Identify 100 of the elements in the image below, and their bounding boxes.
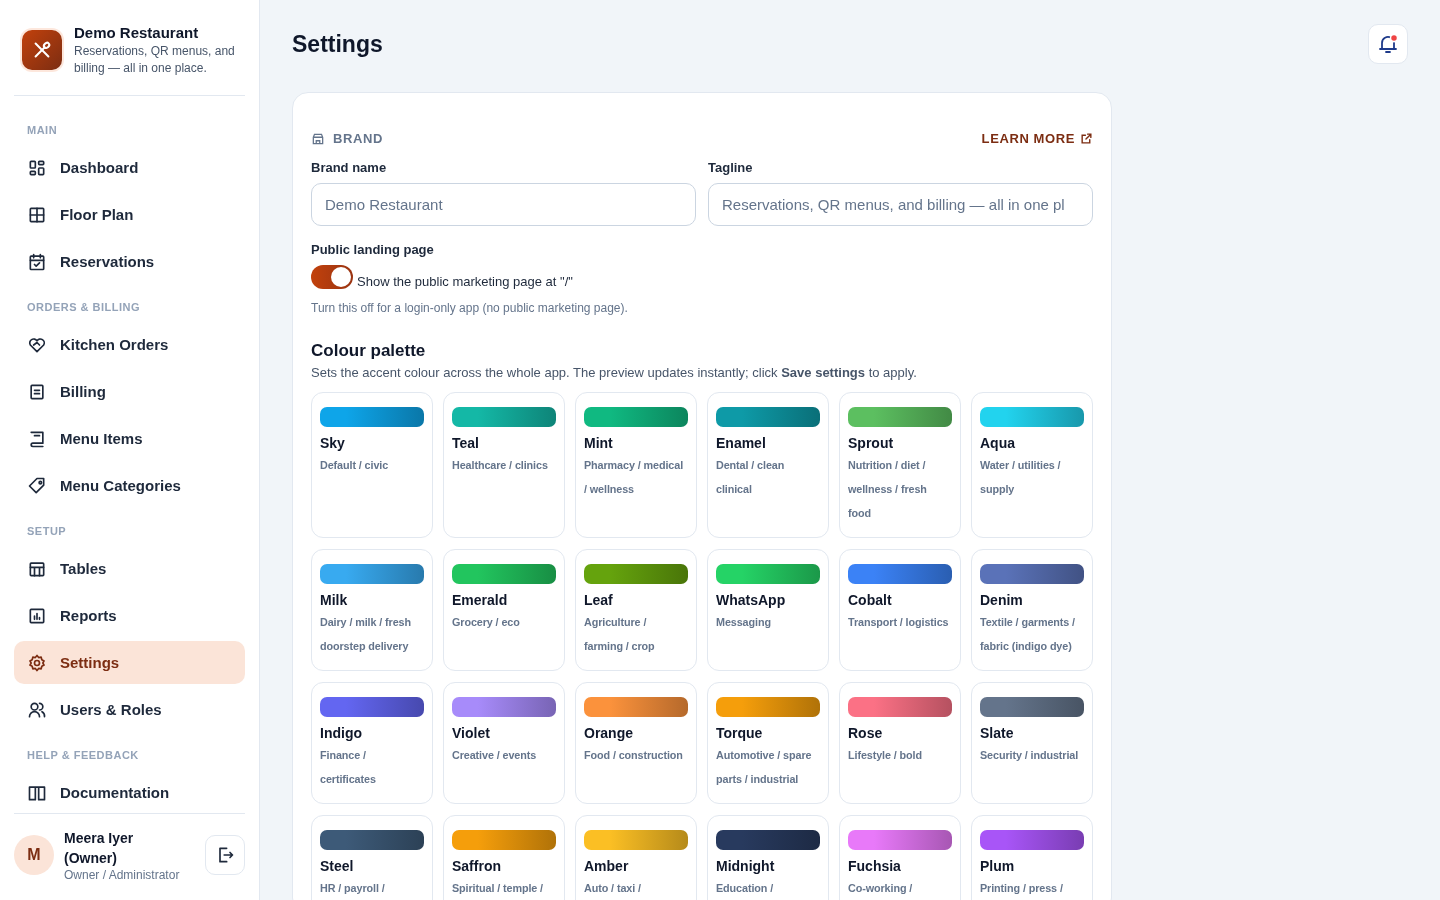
sidebar-item[interactable]: Dashboard [14,146,245,189]
palette-name: Enamel [716,435,767,451]
sidebar-item[interactable]: Kitchen Orders [14,323,245,366]
palette-option[interactable]: Enamel Dental / clean clinical [707,392,829,538]
field-label: Public landing page [311,242,435,257]
palette-option[interactable]: Teal Healthcare / clinics [443,392,565,538]
sidebar-item[interactable]: Floor Plan [14,193,245,236]
settings-icon [27,652,47,673]
palette-name: Indigo [320,725,363,741]
palette-option[interactable]: Aqua Water / utilities / supply [971,392,1093,538]
sidebar-item[interactable]: Settings [14,641,245,684]
logout-button[interactable] [205,835,245,875]
palette-description: Transport / logistics [848,615,950,630]
section-label: MAIN [26,123,59,138]
palette-option[interactable]: Milk Dairy / milk / fresh doorstep delivery [311,549,433,671]
palette-name: WhatsApp [716,592,787,608]
palette-option[interactable]: Indigo Finance / certificates [311,682,433,804]
palette-description: Education / [716,881,775,896]
section-label: HELP & FEEDBACK [26,748,140,763]
palette-name: Sky [320,435,346,451]
palette-name: Mint [584,435,614,451]
palette-description: Water / utilities / supply [980,458,1062,497]
palette-name: Slate [980,725,1015,741]
palette-option[interactable]: Orange Food / construction [575,682,697,804]
palette-option[interactable]: Cobalt Transport / logistics [839,549,961,671]
palette-option[interactable]: Emerald Grocery / eco [443,549,565,671]
palette-name: Orange [584,725,634,741]
learn-more-link[interactable]: LEARN MORE [981,131,1093,146]
section-title: BRAND [333,131,383,146]
palette-option[interactable]: Rose Lifestyle / bold [839,682,961,804]
palette-name: Fuchsia [848,858,902,874]
palette-description: Spiritual / temple / [452,881,544,896]
external-link-icon [1080,132,1093,145]
hint-text: Turn this off for a login-only app (no public marketing page). [311,301,629,315]
toggle-switch[interactable] [311,265,353,289]
palette-name: Violet [452,725,491,741]
sidebar-item[interactable]: Menu Categories [14,464,245,507]
palette-description: Default / civic [320,458,390,473]
toggle-label: Show the public marketing page at "/" [357,274,573,289]
palette-option[interactable]: Amber Auto / taxi / [575,815,697,900]
input-field[interactable]: Demo Restaurant [311,183,696,226]
sidebar-item[interactable]: Reports [14,594,245,637]
palette-description: Healthcare / clinics [452,458,549,473]
palette-option[interactable]: Sky Default / civic [311,392,433,538]
palette-option[interactable]: Leaf Agriculture / farming / crop [575,549,697,671]
palette-description: Pharmacy / medical / wellness [584,458,685,497]
brand-tagline: Reservations, QR menus, and billing — all in one place. [74,43,236,77]
palette-name: Midnight [716,858,776,874]
palette-description: Agriculture / farming / crop [584,615,656,654]
avatar: M [14,835,54,875]
store-icon [311,131,325,146]
section-label: SETUP [26,524,68,539]
palette-name: Denim [980,592,1024,608]
palette-option[interactable]: Midnight Education / [707,815,829,900]
palette-name: Emerald [452,592,509,608]
palette-name: Teal [452,435,480,451]
palette-description: HR / payroll / [320,881,386,896]
palette-option[interactable]: Saffron Spiritual / temple / [443,815,565,900]
palette-name: Saffron [452,858,502,874]
calendar-icon [27,251,47,272]
palette-name: Cobalt [848,592,893,608]
palette-description: Nutrition / diet / wellness / fresh food [848,458,928,521]
palette-option[interactable]: Slate Security / industrial [971,682,1093,804]
sidebar-item[interactable]: Documentation [14,771,245,813]
tag-icon [27,475,47,496]
sidebar-item[interactable]: Billing [14,370,245,413]
palette-option[interactable]: Torque Automotive / spare parts / industrial [707,682,829,804]
input-field[interactable]: Reservations, QR menus, and billing — all in one pl [708,183,1093,226]
palette-description: Food / construction [584,748,684,763]
palette-name: Aqua [980,435,1016,451]
field-label: Tagline [708,160,754,175]
sidebar-item[interactable]: Tables [14,547,245,590]
palette-name: Plum [980,858,1016,874]
palette-name: Milk [320,592,349,608]
bell-icon [1376,32,1400,56]
palette-name: Sprout [848,435,895,451]
palette-description: Security / industrial [980,748,1080,763]
palette-description: Textile / garments / fabric (indigo dye) [980,615,1076,654]
sidebar-item[interactable]: Menu Items [14,417,245,460]
palette-option[interactable]: WhatsApp Messaging [707,549,829,671]
palette-description: Creative / events [452,748,538,763]
palette-description: Printing / press / [980,881,1064,896]
palette-option[interactable]: Violet Creative / events [443,682,565,804]
section-label: ORDERS & BILLING [26,300,142,315]
palette-option[interactable]: Fuchsia Co-working / [839,815,961,900]
user-role: Owner / Administrator [64,868,181,882]
notifications-button[interactable] [1368,24,1408,64]
palette-description: Automotive / spare parts / industrial [716,748,813,787]
sidebar-item[interactable]: Users & Roles [14,688,245,731]
palette-name: Steel [320,858,355,874]
palette-name: Torque [716,725,764,741]
palette-name: Leaf [584,592,614,608]
palette-option[interactable]: Mint Pharmacy / medical / wellness [575,392,697,538]
palette-option[interactable]: Plum Printing / press / [971,815,1093,900]
palette-option[interactable]: Steel HR / payroll / [311,815,433,900]
palette-option[interactable]: Denim Textile / garments / fabric (indigo dye) [971,549,1093,671]
palette-description: Messaging [716,615,772,630]
palette-option[interactable]: Sprout Nutrition / diet / wellness / fresh food [839,392,961,538]
section-heading: Colour palette [311,341,427,361]
sidebar-item[interactable]: Reservations [14,240,245,283]
